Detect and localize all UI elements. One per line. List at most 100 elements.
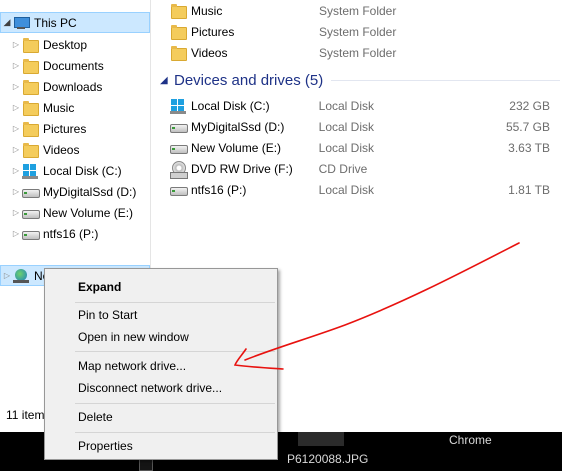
group-divider	[331, 79, 560, 81]
drive-row-e[interactable]: New Volume (E:) Local Disk 3.63 TB	[170, 137, 550, 158]
expand-arrow-icon[interactable]: ▷	[10, 187, 22, 196]
item-name: ntfs16 (P:)	[191, 182, 247, 197]
item-name: Pictures	[191, 24, 235, 39]
expand-arrow-icon[interactable]: ▷	[10, 208, 22, 217]
nav-item-new-volume-e[interactable]: ▷ New Volume (E:)	[10, 202, 150, 223]
menu-separator	[75, 302, 275, 303]
taskbar-thumbnail[interactable]	[298, 432, 344, 446]
nav-item-mydigitalssd-d[interactable]: ▷ MyDigitalSsd (D:)	[10, 181, 150, 202]
drive-icon	[170, 182, 188, 198]
chevron-down-icon[interactable]: ◢	[160, 75, 174, 86]
menu-item-map-network-drive[interactable]: Map network drive...	[78, 357, 186, 375]
nav-item-pictures[interactable]: ▷ Pictures	[10, 118, 150, 139]
item-type: Local Disk	[318, 140, 374, 155]
item-type: System Folder	[319, 3, 397, 18]
drive-row-p[interactable]: ntfs16 (P:) Local Disk 1.81 TB	[170, 179, 550, 200]
menu-separator	[75, 403, 275, 404]
drive-row-c[interactable]: Local Disk (C:) Local Disk 232 GB	[170, 95, 550, 116]
menu-item-pin-to-start[interactable]: Pin to Start	[78, 306, 137, 324]
drive-icon	[170, 119, 188, 135]
taskbar-photo-label[interactable]: P6120088.JPG	[287, 452, 368, 466]
status-item-count: 11 item	[6, 408, 45, 422]
folder-row-pictures[interactable]: Pictures System Folder	[170, 21, 550, 42]
nav-label: New Volume (E:)	[43, 205, 134, 220]
expand-arrow-icon[interactable]: ▷	[10, 61, 22, 70]
drive-icon	[22, 205, 40, 221]
nav-label: MyDigitalSsd (D:)	[43, 184, 137, 199]
nav-label: Documents	[43, 58, 104, 73]
nav-label: Downloads	[43, 79, 103, 94]
drive-icon	[170, 140, 188, 156]
expand-arrow-icon[interactable]: ▷	[1, 271, 13, 280]
menu-separator	[75, 351, 275, 352]
item-type: Local Disk	[318, 98, 374, 113]
group-title: Devices and drives (5)	[174, 71, 324, 89]
collapse-arrow-icon[interactable]: ◢	[1, 17, 13, 28]
expand-arrow-icon[interactable]: ▷	[10, 103, 22, 112]
item-type: Local Disk	[318, 182, 374, 197]
nav-item-this-pc[interactable]: ◢ This PC	[0, 12, 150, 33]
folder-row-music[interactable]: Music System Folder	[170, 0, 550, 21]
item-size: 232 GB	[509, 98, 550, 113]
item-name: DVD RW Drive (F:)	[191, 161, 293, 176]
item-type: Local Disk	[318, 119, 374, 134]
folder-icon	[22, 100, 39, 116]
expand-arrow-icon[interactable]: ▷	[10, 229, 22, 238]
expand-arrow-icon[interactable]: ▷	[10, 166, 22, 175]
nav-item-videos[interactable]: ▷ Videos	[10, 139, 150, 160]
folder-icon	[170, 3, 187, 19]
item-size: 1.81 TB	[508, 182, 550, 197]
this-pc-icon	[13, 15, 30, 31]
nav-item-desktop[interactable]: ▷ Desktop	[10, 34, 150, 55]
folder-icon	[170, 24, 187, 40]
nav-item-music[interactable]: ▷ Music	[10, 97, 150, 118]
dvd-drive-icon	[170, 160, 188, 179]
drive-icon	[22, 184, 40, 200]
drive-icon	[22, 226, 40, 242]
nav-label: Music	[43, 100, 75, 115]
expand-arrow-icon[interactable]: ▷	[10, 40, 22, 49]
menu-separator	[75, 432, 275, 433]
nav-label: This PC	[34, 15, 77, 30]
nav-item-ntfs16-p[interactable]: ▷ ntfs16 (P:)	[10, 223, 150, 244]
folder-icon	[22, 58, 39, 74]
item-type: System Folder	[319, 24, 397, 39]
folder-icon	[22, 37, 39, 53]
item-name: Music	[191, 3, 223, 18]
windows-drive-icon	[170, 98, 186, 114]
network-icon	[13, 268, 29, 284]
menu-item-open-in-new-window[interactable]: Open in new window	[78, 328, 189, 346]
folder-icon	[170, 45, 187, 61]
folder-icon	[22, 142, 39, 158]
item-name: Local Disk (C:)	[191, 98, 270, 113]
folder-icon	[22, 79, 39, 95]
item-size: 55.7 GB	[505, 119, 550, 134]
item-type: CD Drive	[318, 161, 368, 176]
nav-label: ntfs16 (P:)	[43, 226, 99, 241]
nav-label: Desktop	[43, 37, 88, 52]
menu-item-expand[interactable]: Expand	[78, 278, 121, 296]
context-menu: Expand Pin to Start Open in new window M…	[44, 268, 278, 460]
menu-item-disconnect-network-drive[interactable]: Disconnect network drive...	[78, 379, 222, 397]
nav-label: Pictures	[43, 121, 87, 136]
item-name: MyDigitalSsd (D:)	[191, 119, 285, 134]
item-type: System Folder	[319, 45, 397, 60]
nav-label: Local Disk (C:)	[43, 163, 122, 178]
folder-icon	[22, 121, 39, 137]
drive-row-d[interactable]: MyDigitalSsd (D:) Local Disk 55.7 GB	[170, 116, 550, 137]
menu-item-delete[interactable]: Delete	[78, 408, 113, 426]
item-size: 3.63 TB	[508, 140, 550, 155]
expand-arrow-icon[interactable]: ▷	[10, 82, 22, 91]
expand-arrow-icon[interactable]: ▷	[10, 145, 22, 154]
menu-item-properties[interactable]: Properties	[78, 437, 133, 455]
nav-item-downloads[interactable]: ▷ Downloads	[10, 76, 150, 97]
item-name: New Volume (E:)	[191, 140, 282, 155]
folder-row-videos[interactable]: Videos System Folder	[170, 42, 550, 63]
nav-item-local-disk-c[interactable]: ▷ Local Disk (C:)	[10, 160, 150, 181]
nav-item-documents[interactable]: ▷ Documents	[10, 55, 150, 76]
taskbar-chrome-label[interactable]: Chrome	[449, 433, 492, 447]
drive-row-f[interactable]: DVD RW Drive (F:) CD Drive	[170, 158, 550, 179]
devices-group-header[interactable]: ◢ Devices and drives (5)	[160, 69, 560, 91]
item-name: Videos	[191, 45, 228, 60]
expand-arrow-icon[interactable]: ▷	[10, 124, 22, 133]
